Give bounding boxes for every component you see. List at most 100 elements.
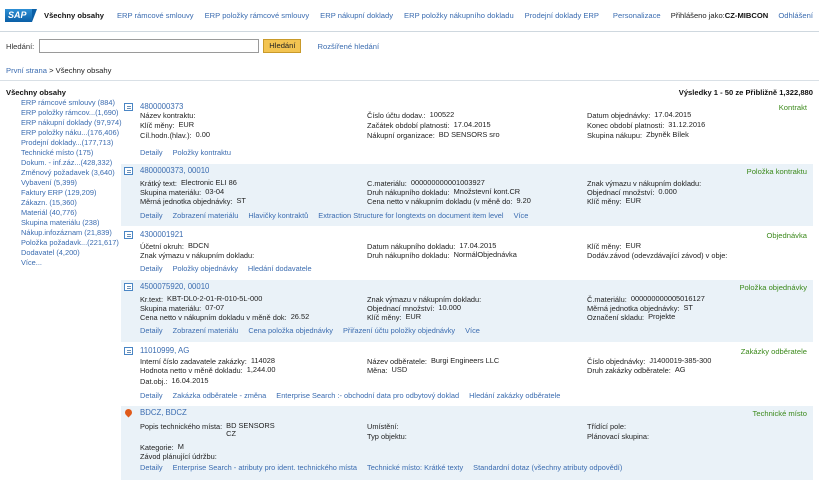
result-actions: Detaily Zakázka odběratele - změna Enterpr… bbox=[140, 391, 570, 400]
facet-item[interactable]: ERP položky náku...(176,406) bbox=[21, 128, 122, 138]
result-action-link[interactable]: Hledání dodavatele bbox=[248, 264, 312, 273]
result-field: Nákupní organizace: BD SENSORS sro bbox=[367, 131, 500, 141]
result-title-link[interactable]: 11010999, AG bbox=[140, 346, 189, 355]
field-label: Krátký text: bbox=[140, 179, 177, 188]
result-field: Skupina materiálu: 03-04 bbox=[140, 188, 224, 198]
facet-item[interactable]: Nákup.infozáznam (21,839) bbox=[21, 228, 122, 238]
breadcrumb-home[interactable]: První strana bbox=[6, 66, 47, 75]
sap-logo: SAP bbox=[5, 9, 37, 22]
field-value: BDCN bbox=[187, 241, 209, 250]
document-icon bbox=[124, 283, 133, 291]
result-action-link[interactable]: Hledání zakázky odběratele bbox=[469, 391, 560, 400]
logout-link[interactable]: Odhlášení bbox=[778, 11, 813, 20]
results-count: Výsledky 1 - 50 ze Přibližně 1,322,880 bbox=[678, 88, 813, 97]
field-label: Skupina nákupu: bbox=[587, 131, 643, 140]
result-field: Začátek období platnosti: 17.04.2015 bbox=[367, 121, 491, 131]
field-label: Kr.text: bbox=[140, 295, 164, 304]
result-title-link[interactable]: BDCZ, BDCZ bbox=[140, 408, 187, 417]
field-value: Projekte bbox=[648, 312, 676, 321]
facet-item[interactable]: Faktury ERP (129,209) bbox=[21, 188, 122, 198]
result-action-link[interactable]: Detaily bbox=[140, 148, 163, 157]
result-action-link[interactable]: Více bbox=[465, 326, 480, 335]
search-button[interactable]: Hledání bbox=[263, 39, 302, 53]
field-label: Znak výmazu v nákupním dokladu: bbox=[367, 295, 482, 304]
facet-item[interactable]: Prodejní doklady...(177,713) bbox=[21, 138, 122, 148]
tab-erp-purchase-doc-items[interactable]: ERP položky nákupního dokladu bbox=[404, 11, 514, 20]
result-field: Cíl.hodn.(hlav.): 0.00 bbox=[140, 130, 211, 141]
result-action-link[interactable]: Hlavičky kontraktů bbox=[248, 211, 308, 220]
result-title-link[interactable]: 4800000373 bbox=[140, 102, 183, 111]
result-title-link[interactable]: 4500075920, 00010 bbox=[140, 282, 209, 291]
result-action-link[interactable]: Cena položka objednávky bbox=[248, 326, 333, 335]
result-action-link[interactable]: Položky objednávky bbox=[173, 264, 238, 273]
field-value: 0.00 bbox=[195, 130, 211, 139]
field-label: Klíč měny: bbox=[367, 313, 402, 322]
result-type-label: Technické místo bbox=[752, 409, 807, 418]
result-action-link[interactable]: Více bbox=[514, 211, 529, 220]
result-action-link[interactable]: Enterprise Search :- obchodní data pro o… bbox=[276, 391, 459, 400]
result-title-link[interactable]: 4800000373, 00010 bbox=[140, 166, 209, 175]
facet-more-link[interactable]: Více... bbox=[21, 258, 122, 268]
facet-item[interactable]: ERP položky rámcov...(1,690) bbox=[21, 108, 122, 118]
result-action-link[interactable]: Položky kontraktu bbox=[173, 148, 231, 157]
field-label: Označení skladu: bbox=[587, 313, 645, 322]
result-actions: Detaily Enterprise Search - atributy pro … bbox=[140, 463, 632, 472]
result-actions: Detaily Zobrazení materiálu Cena položka o… bbox=[140, 326, 490, 335]
field-label: Plánovací skupina: bbox=[587, 432, 650, 441]
facet-item[interactable]: ERP rámcové smlouvy (884) bbox=[21, 98, 122, 108]
tab-erp-purchase-docs[interactable]: ERP nákupní doklady bbox=[320, 11, 393, 20]
result-action-link[interactable]: Enterprise Search - atributy pro ident. … bbox=[173, 463, 357, 472]
result-field: Konec období platnosti: 31.12.2016 bbox=[587, 121, 705, 131]
field-label: Znak výmazu v nákupním dokladu: bbox=[140, 251, 255, 260]
field-value: J1400019-385-300 bbox=[649, 356, 712, 365]
tab-erp-contract-items[interactable]: ERP položky rámcové smlouvy bbox=[205, 11, 310, 20]
tab-erp-sales-docs[interactable]: Prodejní doklady ERP bbox=[525, 11, 599, 20]
facet-item[interactable]: Zákazn. (15,360) bbox=[21, 198, 122, 208]
user-name: CZ-MIBCON bbox=[724, 11, 769, 20]
result-title-link[interactable]: 4300001921 bbox=[140, 230, 183, 239]
field-value: M bbox=[177, 442, 184, 451]
result-action-link[interactable]: Extraction Structure for longtexts on do… bbox=[318, 211, 503, 220]
result-field: Dodáv.závod (odevzdávající závod) v obje… bbox=[587, 251, 731, 260]
result-field: Kategorie: M bbox=[140, 442, 184, 453]
tab-all-content[interactable]: Všechny obsahy bbox=[44, 11, 104, 20]
field-label: Název kontraktu: bbox=[140, 111, 196, 120]
result-action-link[interactable]: Zakázka odběratele - změna bbox=[173, 391, 267, 400]
tab-erp-contracts[interactable]: ERP rámcové smlouvy bbox=[117, 11, 194, 20]
facet-item[interactable]: ERP nákupní doklady (97,974) bbox=[21, 118, 122, 128]
search-input[interactable] bbox=[39, 39, 260, 53]
result-action-link[interactable]: Detaily bbox=[140, 211, 163, 220]
facet-item[interactable]: Materiál (40,776) bbox=[21, 208, 122, 218]
result-field: Název kontraktu: bbox=[140, 111, 199, 120]
result-action-link[interactable]: Technické místo: Krátké texty bbox=[367, 463, 463, 472]
result-field: Typ objektu: bbox=[367, 432, 411, 441]
result-action-link[interactable]: Detaily bbox=[140, 326, 163, 335]
facet-item[interactable]: Technické místo (175) bbox=[21, 148, 122, 158]
facet-item[interactable]: Změnový požadavek (3,640) bbox=[21, 168, 122, 178]
field-label: Měrná jednotka objednávky: bbox=[140, 197, 233, 206]
result-field: Popis technického místa: BD SENSORS CZ bbox=[140, 422, 275, 438]
facet-item[interactable]: Vybavení (5,399) bbox=[21, 178, 122, 188]
document-icon bbox=[124, 347, 133, 355]
facet-item[interactable]: Dodavatel (4,200) bbox=[21, 248, 122, 258]
result-action-link[interactable]: Detaily bbox=[140, 391, 163, 400]
field-value: 0.000 bbox=[658, 187, 677, 196]
field-value: KBT-DL0-2-01-R-010-5L-000 bbox=[167, 294, 263, 303]
result-action-link[interactable]: Detaily bbox=[140, 463, 163, 472]
field-value: Zbyněk Bílek bbox=[646, 130, 689, 139]
facet-item[interactable]: Dokum. - inf.záz...(428,332) bbox=[21, 158, 122, 168]
field-label: Číslo objednávky: bbox=[587, 357, 646, 366]
result-action-link[interactable]: Přiřazení účtu položky objednávky bbox=[343, 326, 455, 335]
field-label: Kategorie: bbox=[140, 443, 174, 452]
result-action-link[interactable]: Zobrazení materiálu bbox=[173, 326, 239, 335]
result-field: Účetní okruh: BDCN bbox=[140, 241, 209, 252]
personalize-link[interactable]: Personalizace bbox=[613, 11, 661, 20]
result-card: 4800000373, 00010 Položka kontraktu Krátký… bbox=[121, 164, 813, 226]
result-field: Cena netto v nákupním dokladu v měně dok… bbox=[140, 313, 309, 323]
result-action-link[interactable]: Standardní dotaz (všechny atributy odpov… bbox=[473, 463, 622, 472]
facet-item[interactable]: Skupina materiálu (238) bbox=[21, 218, 122, 228]
facet-item[interactable]: Položka požadavk...(221,617) bbox=[21, 238, 122, 248]
result-action-link[interactable]: Zobrazení materiálu bbox=[173, 211, 239, 220]
advanced-search-link[interactable]: Rozšířené hledání bbox=[317, 42, 379, 51]
result-action-link[interactable]: Detaily bbox=[140, 264, 163, 273]
